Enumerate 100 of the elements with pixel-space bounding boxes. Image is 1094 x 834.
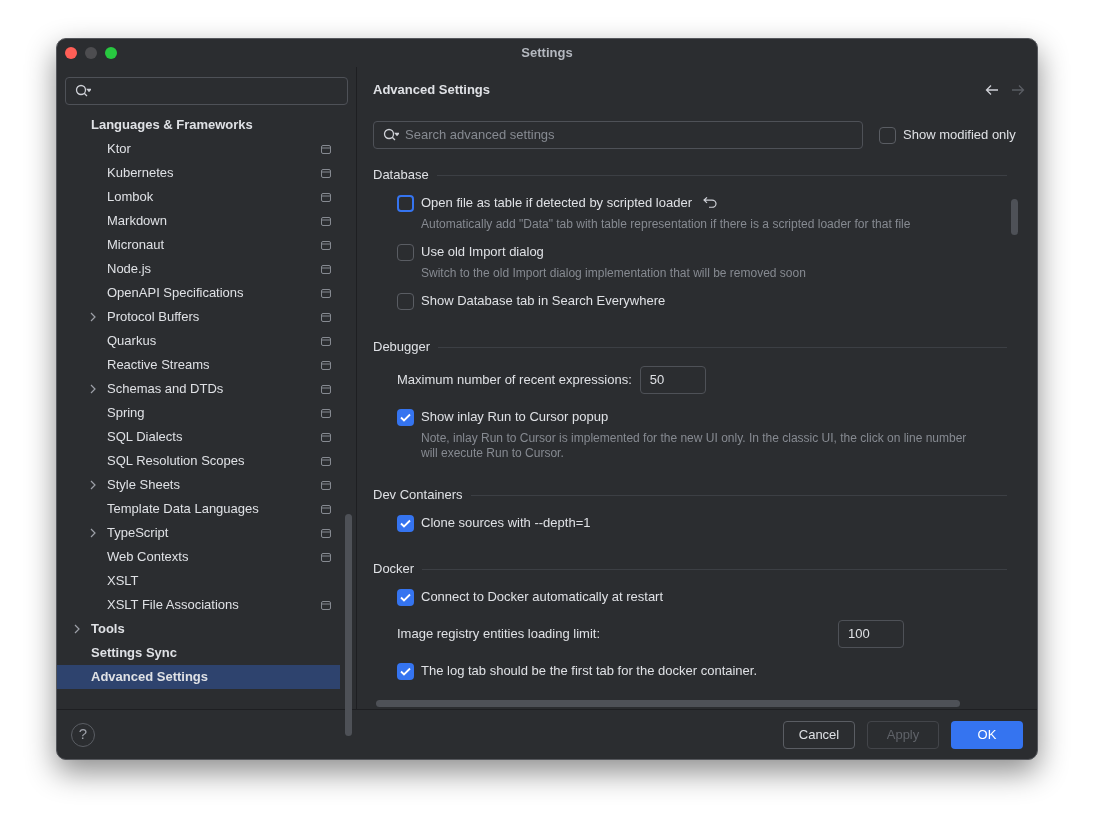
number-value: 100 bbox=[848, 625, 870, 644]
tree-item[interactable]: XSLT File Associations bbox=[57, 593, 340, 617]
checkmark-icon bbox=[400, 518, 411, 528]
number-value: 50 bbox=[649, 371, 665, 390]
setting-label: Maximum number of recent expressions: bbox=[397, 371, 632, 390]
search-icon bbox=[75, 84, 91, 98]
window-icon bbox=[321, 384, 331, 394]
tree-item[interactable]: Protocol Buffers bbox=[57, 305, 340, 329]
tree-item[interactable]: Schemas and DTDs bbox=[57, 377, 340, 401]
tree-item[interactable]: Quarkus bbox=[57, 329, 340, 353]
tree-item[interactable]: SQL Resolution Scopes bbox=[57, 449, 340, 473]
tree-item[interactable]: Template Data Languages bbox=[57, 497, 340, 521]
tree-item[interactable]: Node.js bbox=[57, 257, 340, 281]
window-icon bbox=[321, 192, 331, 202]
checkbox[interactable] bbox=[397, 408, 414, 426]
setting-label: Show Database tab in Search Everywhere bbox=[421, 292, 666, 311]
dialog-button[interactable]: OK bbox=[951, 720, 1023, 749]
tree-item[interactable]: Web Contexts bbox=[57, 545, 340, 569]
tree-item[interactable]: Micronaut bbox=[57, 233, 340, 257]
setting-label: Open file as table if detected by scripted loader bbox=[421, 194, 692, 213]
tree-item-label: Quarkus bbox=[107, 332, 157, 351]
tree-item-label: TypeScript bbox=[107, 524, 169, 543]
window-icon bbox=[321, 144, 331, 154]
tree-item[interactable]: SQL Dialects bbox=[57, 425, 340, 449]
close-window-button[interactable] bbox=[65, 47, 77, 59]
window-icon bbox=[321, 216, 331, 226]
tree-item[interactable]: Lombok bbox=[57, 185, 340, 209]
window-icon bbox=[321, 288, 331, 298]
search-field[interactable]: Search advanced settings bbox=[373, 121, 863, 149]
tree-item-label: Web Contexts bbox=[107, 548, 189, 567]
chevron-right-icon[interactable] bbox=[89, 312, 97, 322]
dialog-button[interactable]: Cancel bbox=[783, 720, 855, 749]
checkbox[interactable] bbox=[397, 243, 414, 261]
scrollbar[interactable] bbox=[345, 514, 352, 736]
checkbox[interactable] bbox=[397, 514, 414, 532]
tree-item-label: XSLT File Associations bbox=[107, 596, 239, 615]
tree-item[interactable]: Tools bbox=[57, 617, 340, 641]
checkbox[interactable] bbox=[397, 588, 414, 606]
checkbox[interactable] bbox=[397, 194, 414, 212]
number-field[interactable]: 100 bbox=[838, 620, 905, 648]
search-field[interactable] bbox=[65, 77, 348, 105]
window-icon bbox=[321, 264, 331, 274]
tree-item[interactable]: Kubernetes bbox=[57, 161, 340, 185]
scrollbar[interactable] bbox=[376, 700, 960, 707]
chevron-right-icon[interactable] bbox=[89, 528, 97, 538]
window-icon bbox=[321, 312, 331, 322]
window-icon bbox=[321, 360, 331, 370]
setting-label: Clone sources with --depth=1 bbox=[421, 514, 591, 533]
window-icon bbox=[321, 432, 331, 442]
setting-label: Connect to Docker automatically at restart bbox=[421, 588, 664, 607]
tree-item[interactable]: Settings Sync bbox=[57, 641, 340, 665]
tree-item[interactable]: Advanced Settings bbox=[57, 665, 340, 689]
tree-item[interactable]: Spring bbox=[57, 401, 340, 425]
window-icon bbox=[321, 600, 331, 610]
tree-item-label: Markdown bbox=[107, 212, 167, 231]
tree-item-label: Schemas and DTDs bbox=[107, 380, 224, 399]
window-icon bbox=[321, 456, 331, 466]
tree-item[interactable]: TypeScript bbox=[57, 521, 340, 545]
window-icon bbox=[321, 408, 331, 418]
tree-item-label: XSLT bbox=[107, 572, 139, 591]
tree-item-label: Protocol Buffers bbox=[107, 308, 200, 327]
tree-item[interactable]: Reactive Streams bbox=[57, 353, 340, 377]
tree-item-label: SQL Resolution Scopes bbox=[107, 452, 245, 471]
tree-item-label: Lombok bbox=[107, 188, 154, 207]
setting-description: Note, inlay Run to Cursor is implemented for the new UI only. In the classic UI, the click on line number will execute Run to Cursor. bbox=[421, 431, 968, 461]
checkbox[interactable] bbox=[879, 126, 896, 144]
tree-item[interactable]: XSLT bbox=[57, 569, 340, 593]
window-icon bbox=[321, 552, 331, 562]
back-arrow-icon[interactable] bbox=[985, 84, 999, 96]
window-title: Settings bbox=[521, 44, 573, 63]
panel-title: Advanced Settings bbox=[373, 81, 491, 100]
tree-item[interactable]: Languages & Frameworks bbox=[57, 113, 340, 137]
tree-item-label: Template Data Languages bbox=[107, 500, 259, 519]
tree-item-label: OpenAPI Specifications bbox=[107, 284, 244, 303]
tree-item-label: Settings Sync bbox=[91, 644, 177, 663]
search-placeholder: Search advanced settings bbox=[405, 126, 555, 145]
checkmark-icon bbox=[400, 412, 411, 422]
checkbox[interactable] bbox=[397, 292, 414, 310]
number-field[interactable]: 50 bbox=[639, 366, 706, 394]
setting-description: Automatically add "Data" tab with table representation if there is a scripted loader for that file bbox=[421, 217, 912, 232]
chevron-right-icon[interactable] bbox=[89, 480, 97, 490]
chevron-right-icon[interactable] bbox=[73, 624, 81, 634]
window-icon bbox=[321, 168, 331, 178]
tree-item-label: Node.js bbox=[107, 260, 152, 279]
setting-description: Switch to the old Import dialog implementation that will be removed soon bbox=[421, 266, 807, 281]
tree-item-label: Kubernetes bbox=[107, 164, 174, 183]
checkmark-icon bbox=[400, 592, 411, 602]
checkbox[interactable] bbox=[397, 662, 414, 680]
window-icon bbox=[321, 336, 331, 346]
tree-item[interactable]: Ktor bbox=[57, 137, 340, 161]
tree-item[interactable]: OpenAPI Specifications bbox=[57, 281, 340, 305]
tree-item-label: Languages & Frameworks bbox=[91, 116, 253, 135]
tree-item-label: Style Sheets bbox=[107, 476, 180, 495]
tree-item[interactable]: Style Sheets bbox=[57, 473, 340, 497]
window-icon bbox=[321, 528, 331, 538]
scrollbar[interactable] bbox=[1011, 199, 1018, 235]
tree-item[interactable]: Markdown bbox=[57, 209, 340, 233]
zoom-window-button[interactable] bbox=[105, 47, 117, 59]
undo-arrow-icon[interactable] bbox=[703, 197, 717, 209]
chevron-right-icon[interactable] bbox=[89, 384, 97, 394]
